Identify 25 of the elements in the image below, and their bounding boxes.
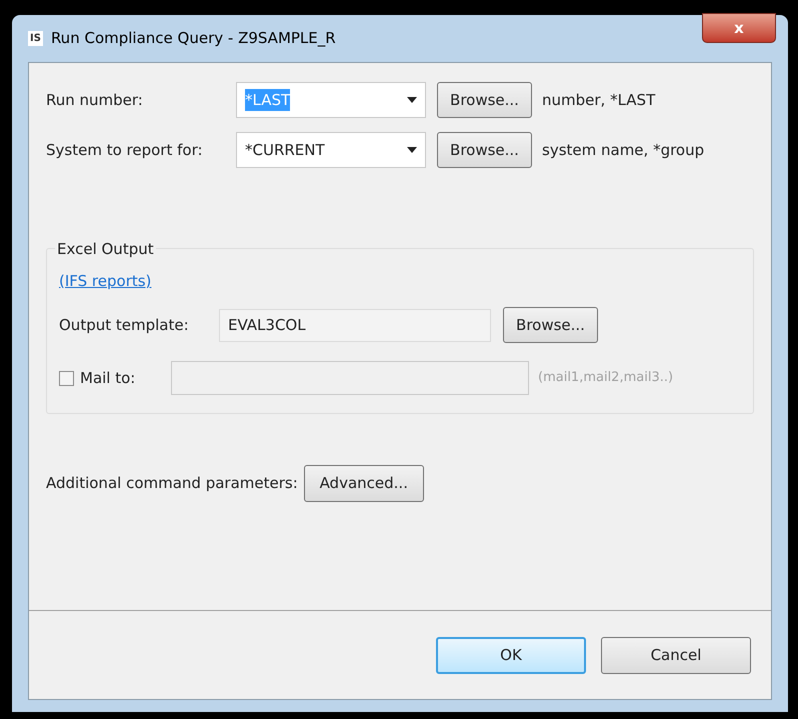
browse-button[interactable]: Browse... <box>503 307 598 343</box>
hint-text: number, *LAST <box>542 90 656 111</box>
ifs-reports-link[interactable]: (IFS reports) <box>59 272 152 290</box>
combo-value: *CURRENT <box>245 140 325 161</box>
browse-button[interactable]: Browse... <box>437 132 532 168</box>
field-label: Output template: <box>59 314 190 336</box>
app-icon: IS <box>28 31 43 46</box>
window-title: Run Compliance Query - Z9SAMPLE_R <box>50 28 336 50</box>
hint-text: system name, *group <box>542 140 704 161</box>
mail-label: Mail to: <box>80 368 136 389</box>
dialog-button[interactable]: OK <box>436 636 586 674</box>
field-label: Additional command parameters: <box>46 473 298 494</box>
hint-text: (mail1,mail2,mail3..) <box>538 369 674 388</box>
template-field[interactable]: EVAL3COL <box>219 308 491 342</box>
mail-field[interactable] <box>171 361 529 395</box>
advanced-button[interactable]: Advanced... <box>304 465 424 502</box>
checkbox[interactable] <box>59 370 74 386</box>
dropdown-arrow-icon <box>407 97 417 103</box>
dialog-button[interactable]: Cancel <box>601 636 751 674</box>
browse-button[interactable]: Browse... <box>437 82 532 118</box>
field-label: System to report for: <box>46 140 204 161</box>
combo-value: *LAST <box>245 88 290 112</box>
field-label: Run number: <box>46 90 144 111</box>
combo-box[interactable]: *CURRENT <box>236 132 426 168</box>
dropdown-arrow-icon <box>407 147 417 153</box>
